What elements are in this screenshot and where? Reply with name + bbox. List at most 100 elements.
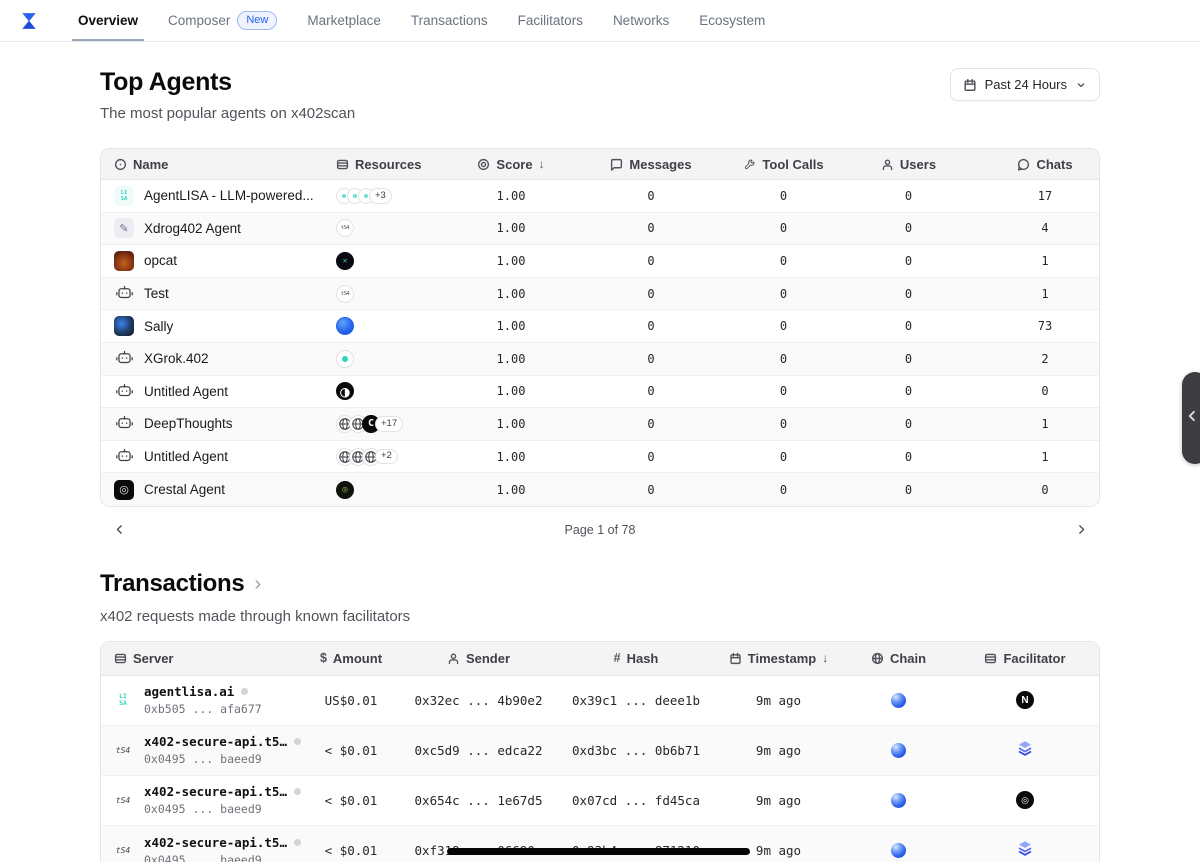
- chats-value: 1: [1041, 449, 1049, 464]
- table-row[interactable]: opcat ✕ 1.00 0 0 0 1: [101, 245, 1099, 278]
- messages-value: 0: [647, 286, 655, 301]
- transaction-row[interactable]: tS4 x402-secure-api.t5… 0x0495 ... baeed…: [101, 825, 1099, 862]
- nav-item-ecosystem[interactable]: Ecosystem: [699, 0, 765, 41]
- transaction-row[interactable]: tS4 x402-secure-api.t5… 0x0495 ... baeed…: [101, 725, 1099, 776]
- resources-cell: ◑: [336, 382, 461, 401]
- col-chats[interactable]: Chats: [991, 157, 1099, 172]
- score-value: 1.00: [496, 188, 526, 203]
- server-address: 0xb505 ... afa677: [144, 702, 262, 717]
- users-value: 0: [904, 384, 913, 399]
- server-address: 0x0495 ... baeed9: [144, 752, 262, 767]
- agent-name: Xdrog402 Agent: [144, 220, 241, 236]
- transaction-row[interactable]: tS4 x402-secure-api.t5… 0x0495 ... baeed…: [101, 776, 1099, 826]
- resources-cell: +2: [336, 447, 461, 466]
- table-row[interactable]: Sally 1.00 0 0 0 73: [101, 310, 1099, 343]
- time-range-button[interactable]: Past 24 Hours: [949, 68, 1100, 101]
- server-avatar: tS4: [115, 795, 131, 805]
- chats-value: 2: [1041, 351, 1049, 366]
- next-page-button[interactable]: [1068, 517, 1094, 543]
- transaction-row[interactable]: LI SA agentlisa.ai 0xb505 ... afa677 US$…: [101, 676, 1099, 726]
- col-score[interactable]: Score ↓: [461, 157, 561, 172]
- table-row[interactable]: ◎ Crestal Agent ◎ 1.00 0 0 0 0: [101, 473, 1099, 506]
- base-chain-icon: [891, 742, 906, 758]
- users-value: 0: [904, 319, 913, 334]
- server-avatar: LI SA: [119, 691, 127, 708]
- col-server[interactable]: Server: [101, 651, 306, 666]
- table-row[interactable]: Test tS4 1.00 0 0 0 1: [101, 277, 1099, 311]
- nav-item-overview[interactable]: Overview: [71, 0, 145, 41]
- chevron-right-icon: ›: [254, 572, 261, 595]
- amount-value: < $0.01: [324, 843, 378, 859]
- prev-page-button[interactable]: [106, 517, 132, 543]
- hash-value: 0x39c1 ... deee1b: [572, 692, 700, 708]
- col-chain[interactable]: Chain: [846, 651, 951, 666]
- hash-value: 0x07cd ... fd45ca: [572, 792, 700, 808]
- users-value: 0: [904, 188, 913, 203]
- timestamp-value: 9m ago: [755, 792, 802, 808]
- nav-label: Facilitators: [517, 13, 583, 28]
- table-row[interactable]: ✎ Xdrog402 Agent tS4 1.00 0 0 0 4: [101, 212, 1099, 246]
- col-amount[interactable]: $ Amount: [306, 651, 396, 666]
- agent-name: AgentLISA - LLM-powered...: [144, 188, 314, 204]
- transactions-rows: LI SA agentlisa.ai 0xb505 ... afa677 US$…: [101, 676, 1099, 862]
- col-facilitator[interactable]: Facilitator: [951, 651, 1099, 666]
- col-timestamp[interactable]: Timestamp ↓: [711, 651, 846, 666]
- resource-icon: tS4: [336, 284, 354, 303]
- resources-cell: ✕: [336, 251, 461, 270]
- score-value: 1.00: [496, 351, 526, 366]
- col-hash[interactable]: # Hash: [561, 651, 711, 666]
- time-range-label: Past 24 Hours: [984, 77, 1067, 92]
- target-icon: [114, 158, 127, 171]
- table-row[interactable]: XGrok.402 1.00 0 0 0 2: [101, 342, 1099, 376]
- globe-icon: [871, 652, 884, 665]
- agent-name: DeepThoughts: [144, 416, 233, 432]
- resource-icon: ◎: [336, 480, 354, 499]
- transactions-table: Server $ Amount Sender # Hash Timestamp ↓ C…: [100, 640, 1100, 862]
- users-value: 0: [904, 416, 913, 431]
- col-messages[interactable]: Messages: [561, 157, 741, 172]
- chevron-left-icon: [1186, 409, 1198, 428]
- tool-calls-value: 0: [779, 286, 788, 301]
- calendar-icon: [729, 652, 742, 665]
- messages-value: 0: [647, 482, 655, 497]
- col-resources[interactable]: Resources: [336, 157, 461, 172]
- table-row[interactable]: DeepThoughts C +17 1.00 0 0 0 1: [101, 408, 1099, 441]
- nav-item-facilitators[interactable]: Facilitators: [518, 0, 583, 41]
- base-chain-icon: [891, 692, 906, 708]
- page: Overview Composer New Marketplace Transac…: [0, 0, 1200, 862]
- col-users[interactable]: Users: [826, 157, 991, 172]
- x402scan-logo-icon[interactable]: [18, 10, 40, 32]
- col-name[interactable]: Name: [101, 157, 336, 172]
- page-indicator: Page 1 of 78: [564, 522, 636, 537]
- users-value: 0: [904, 351, 913, 366]
- nav-item-transactions[interactable]: Transactions: [411, 0, 488, 41]
- collapse-panel-toggle[interactable]: [1182, 372, 1200, 464]
- chat-icon: [1017, 158, 1030, 171]
- new-badge: New: [237, 11, 278, 30]
- messages-value: 0: [647, 221, 655, 236]
- messages-value: 0: [647, 351, 655, 366]
- table-row[interactable]: Untitled Agent +2 1.00 0 0 0 1: [101, 441, 1099, 474]
- base-chain-icon: [891, 843, 906, 859]
- nav-item-networks[interactable]: Networks: [613, 0, 669, 41]
- server-address: 0x0495 ... baeed9: [144, 852, 262, 862]
- transactions-title-row[interactable]: Transactions ›: [100, 569, 1100, 599]
- layers-stack-icon: [1016, 839, 1034, 862]
- resource-icon: [336, 349, 354, 368]
- score-value: 1.00: [496, 416, 526, 431]
- server-avatar: tS4: [115, 745, 131, 755]
- nav-item-marketplace[interactable]: Marketplace: [307, 0, 381, 41]
- table-row[interactable]: Untitled Agent ◑ 1.00 0 0 0 0: [101, 376, 1099, 409]
- top-agents-title: Top Agents: [100, 68, 232, 96]
- agent-avatar: LI SA: [114, 185, 134, 206]
- col-sender[interactable]: Sender: [396, 651, 561, 666]
- messages-value: 0: [647, 253, 655, 268]
- table-row[interactable]: LI SA AgentLISA - LLM-powered... +3 1.00 …: [101, 180, 1099, 213]
- users-value: 0: [904, 253, 913, 268]
- messages-value: 0: [647, 188, 655, 203]
- col-tool-calls[interactable]: Tool Calls: [741, 157, 826, 172]
- server-name: x402-secure-api.t5…: [144, 784, 287, 800]
- nav-item-composer[interactable]: Composer New: [168, 0, 278, 41]
- resource-count-badge: +3: [369, 188, 392, 204]
- sender-value: 0x654c ... 1e67d5: [414, 792, 543, 808]
